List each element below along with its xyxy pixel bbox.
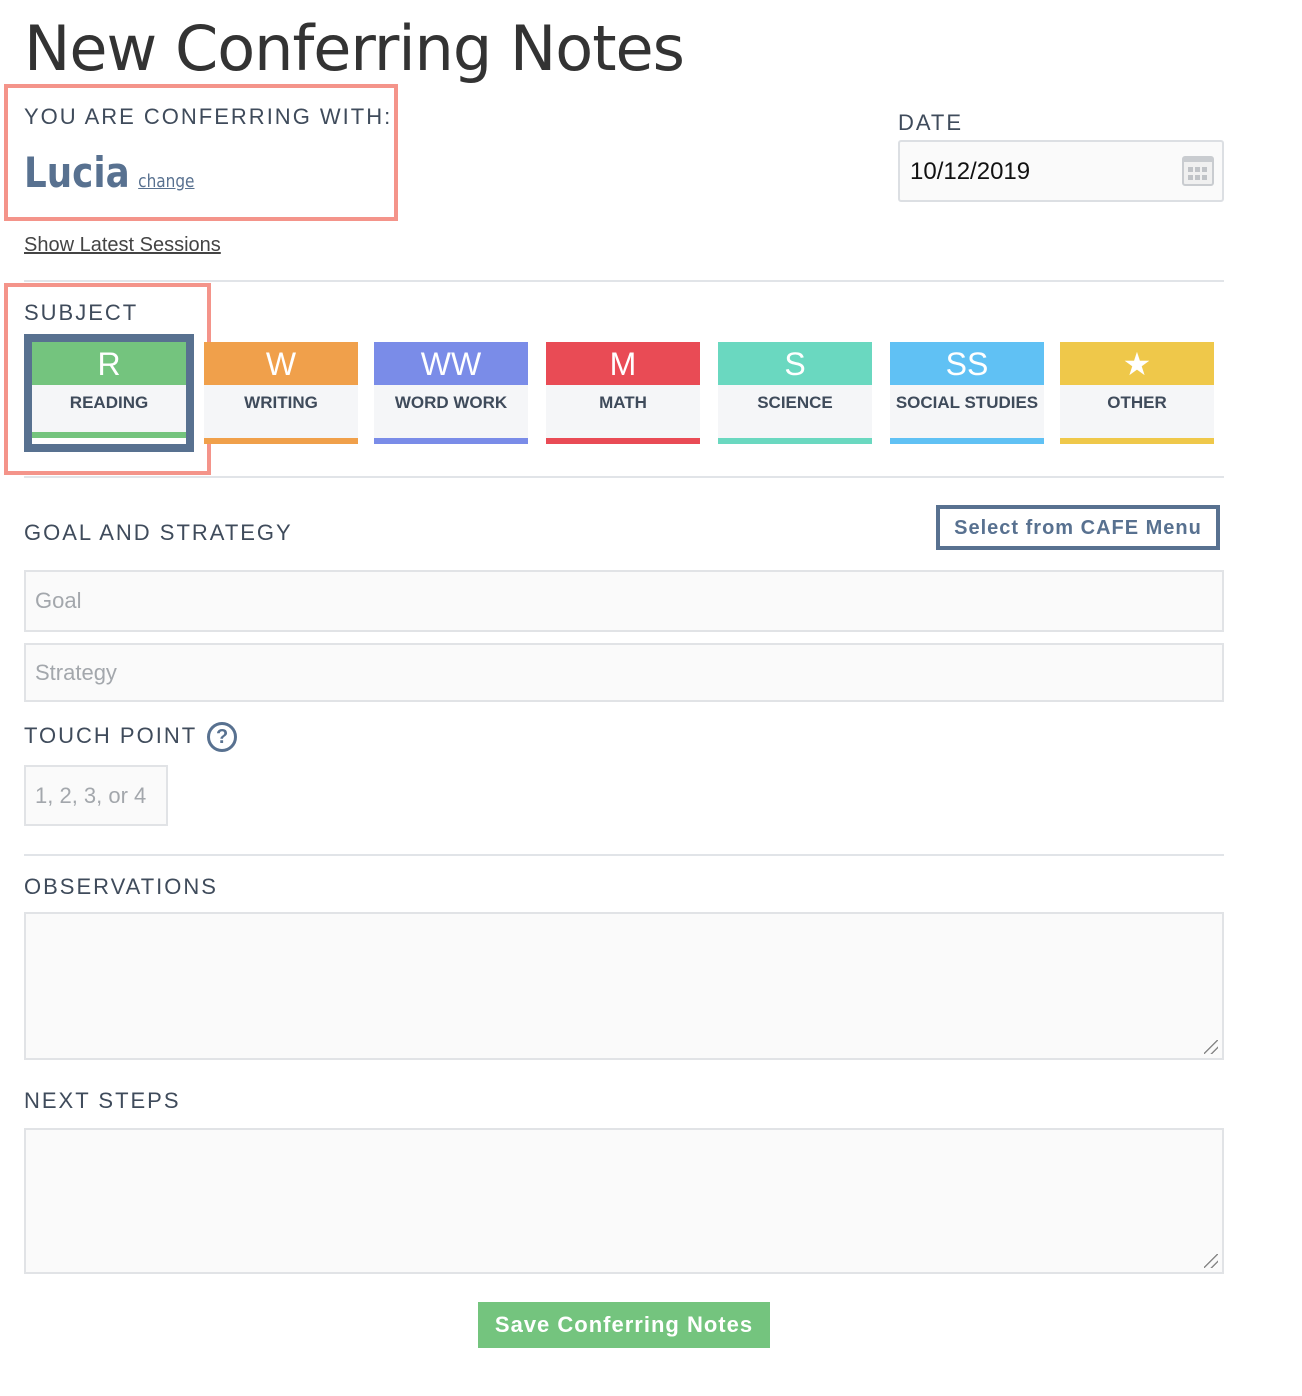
change-student-link[interactable]: change [138,171,194,192]
selected-subject-outline [24,334,194,452]
divider [24,280,1224,282]
divider [24,854,1224,856]
subject-name: OTHER [1107,393,1167,412]
strategy-input[interactable]: Strategy [24,643,1224,702]
goal-strategy-label: GOAL AND STRATEGY [24,520,293,545]
subject-tile-word-work[interactable]: WW WORD WORK [374,342,528,444]
show-latest-sessions-link[interactable]: Show Latest Sessions [24,234,221,257]
subject-color-bar [204,438,358,444]
student-name: Lucia change [24,148,194,197]
resize-handle[interactable] [1204,1254,1218,1268]
touch-point-label: TOUCH POINT? [24,722,238,752]
subject-color-bar [718,438,872,444]
observations-textarea[interactable] [24,912,1224,1060]
subject-label: SUBJECT [24,300,139,325]
subject-tile-science[interactable]: S SCIENCE [718,342,872,444]
subject-name: SOCIAL STUDIES [895,393,1039,412]
subject-abbr: S [718,342,872,385]
conferring-label: YOU ARE CONFERRING WITH: [24,104,393,129]
calendar-icon[interactable] [1182,156,1214,186]
goal-input[interactable]: Goal [24,570,1224,632]
student-name-text: Lucia [24,148,130,197]
subject-name: WORD WORK [394,393,508,412]
subject-abbr: W [204,342,358,385]
date-input[interactable]: 10/12/2019 [898,140,1224,202]
subject-tile-other[interactable]: ★ OTHER [1060,342,1214,444]
divider [24,476,1224,478]
subject-abbr: M [546,342,700,385]
subject-color-bar [546,438,700,444]
touch-point-input[interactable]: 1, 2, 3, or 4 [24,765,168,826]
star-icon: ★ [1060,342,1214,385]
page-title: New Conferring Notes [24,12,685,85]
date-value: 10/12/2019 [910,158,1031,185]
touch-point-label-text: TOUCH POINT [24,722,198,748]
next-steps-textarea[interactable] [24,1128,1224,1274]
date-label: DATE [898,110,964,135]
subject-color-bar [890,438,1044,444]
subject-name: WRITING [244,393,318,412]
next-steps-label: NEXT STEPS [24,1088,181,1113]
save-conferring-notes-button[interactable]: Save Conferring Notes [478,1302,770,1348]
resize-handle[interactable] [1204,1040,1218,1054]
subject-name: MATH [599,393,647,412]
subject-name: SCIENCE [757,393,833,412]
subject-color-bar [374,438,528,444]
subject-abbr: SS [890,342,1044,385]
select-cafe-menu-button[interactable]: Select from CAFE Menu [936,505,1220,550]
subject-abbr: WW [374,342,528,385]
subject-color-bar [1060,438,1214,444]
subject-tile-math[interactable]: M MATH [546,342,700,444]
help-icon[interactable]: ? [207,722,238,752]
subject-tile-social-studies[interactable]: SS SOCIAL STUDIES [890,342,1044,444]
subject-tile-writing[interactable]: W WRITING [204,342,358,444]
observations-label: OBSERVATIONS [24,874,218,899]
